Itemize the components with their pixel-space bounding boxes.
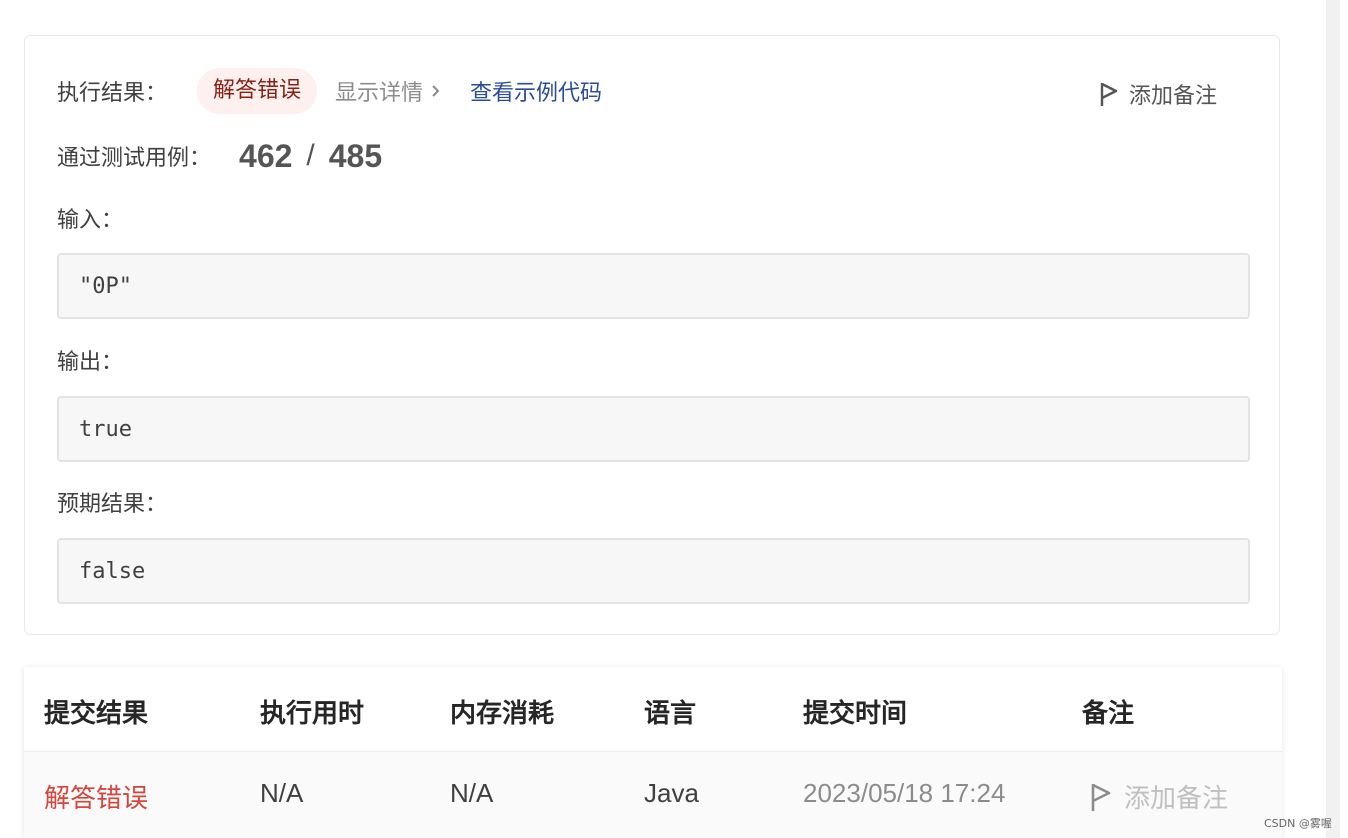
flag-icon xyxy=(1091,783,1111,811)
page: 执行结果： 解答错误 显示详情 查看示例代码 添加备注 通过测试用例： 462 … xyxy=(0,0,1348,838)
scrollbar[interactable] xyxy=(1326,0,1340,838)
passed-count: 462 xyxy=(239,137,293,174)
input-value: "0P" xyxy=(79,273,132,299)
view-example-code-link[interactable]: 查看示例代码 xyxy=(470,75,602,107)
expected-value: false xyxy=(79,558,146,584)
passed-cases-label: 通过测试用例： xyxy=(57,146,212,171)
watermark: CSDN @雾喔 xyxy=(1264,817,1332,830)
row-add-note-button[interactable]: 添加备注 xyxy=(1090,778,1228,815)
output-value: true xyxy=(79,416,132,442)
result-card: 执行结果： 解答错误 显示详情 查看示例代码 添加备注 通过测试用例： 462 … xyxy=(24,35,1280,635)
row-status[interactable]: 解答错误 xyxy=(44,778,148,815)
row-memory: N/A xyxy=(450,778,494,808)
status-badge: 解答错误 xyxy=(197,68,318,114)
output-label: 输出： xyxy=(57,350,124,375)
chevron-right-icon xyxy=(431,79,440,104)
submissions-table: 提交结果 执行用时 内存消耗 语言 提交时间 备注 解答错误 N/A N/A J… xyxy=(24,667,1282,838)
header-memory: 内存消耗 xyxy=(450,699,555,729)
input-value-box: "0P" xyxy=(57,253,1250,319)
exec-result-row: 执行结果： 解答错误 显示详情 查看示例代码 xyxy=(57,68,602,114)
header-status: 提交结果 xyxy=(44,699,149,729)
passed-separator: / xyxy=(306,139,315,172)
show-details-label: 显示详情 xyxy=(335,81,424,106)
add-note-label: 添加备注 xyxy=(1129,84,1218,109)
table-row[interactable]: 解答错误 N/A N/A Java 2023/05/18 17:24 添加备注 xyxy=(24,752,1282,838)
expected-label: 预期结果： xyxy=(57,492,168,517)
row-add-note-label: 添加备注 xyxy=(1124,784,1229,814)
exec-result-label: 执行结果： xyxy=(57,81,168,106)
row-runtime: N/A xyxy=(260,778,304,808)
header-submit-time: 提交时间 xyxy=(803,699,908,729)
input-label: 输入： xyxy=(57,208,124,233)
table-header: 提交结果 执行用时 内存消耗 语言 提交时间 备注 xyxy=(24,667,1282,752)
header-note: 备注 xyxy=(1082,699,1135,729)
show-details-link[interactable]: 显示详情 xyxy=(335,75,440,107)
expected-value-box: false xyxy=(57,538,1250,604)
row-language: Java xyxy=(644,778,699,808)
row-submit-time: 2023/05/18 17:24 xyxy=(803,778,1006,808)
header-language: 语言 xyxy=(644,699,697,729)
output-value-box: true xyxy=(57,396,1250,462)
header-runtime: 执行用时 xyxy=(260,699,365,729)
total-count: 485 xyxy=(328,137,383,174)
add-note-button[interactable]: 添加备注 xyxy=(1099,78,1217,110)
passed-cases-row: 通过测试用例： 462 / 485 xyxy=(57,136,382,176)
flag-icon xyxy=(1100,82,1118,106)
